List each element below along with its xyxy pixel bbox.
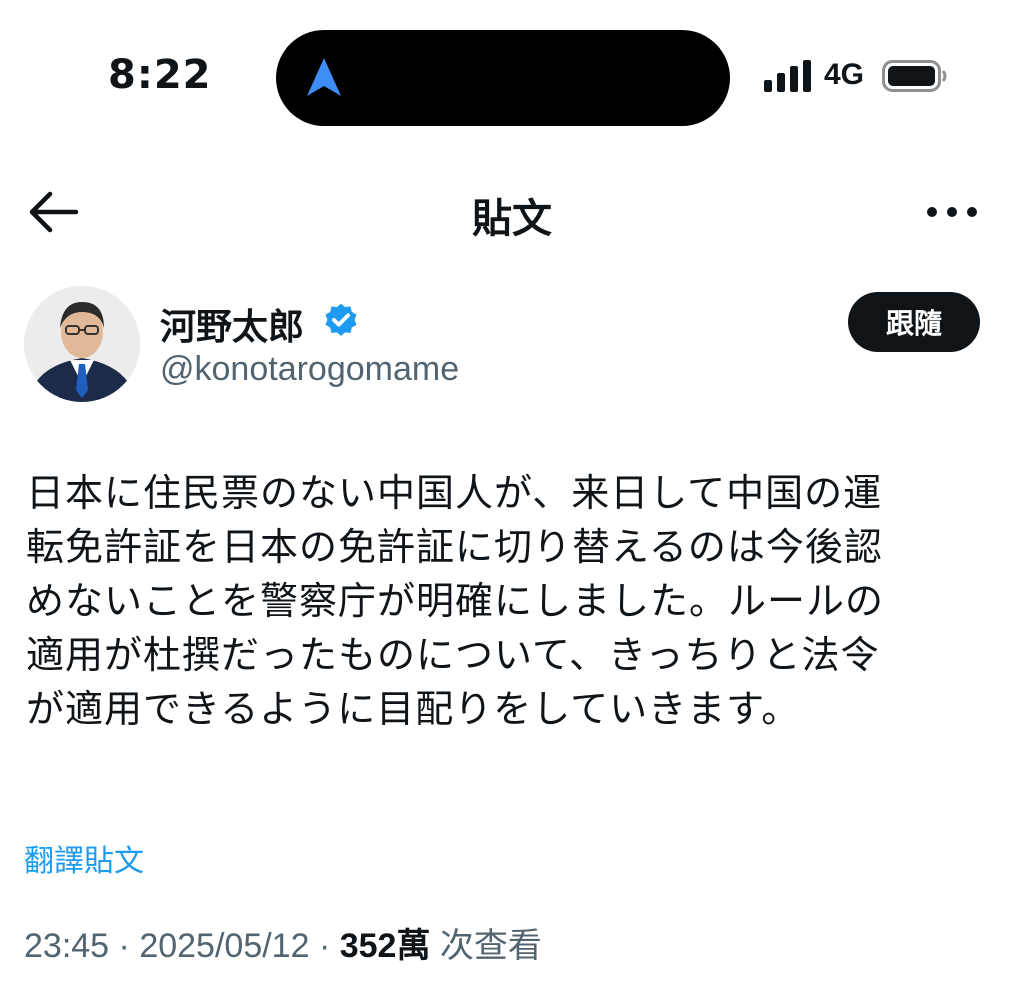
battery-icon	[882, 60, 947, 92]
tweet-text: 日本に住民票のない中国人が、来日して中国の運 転免許証を日本の免許証に切り替える…	[26, 471, 885, 731]
dynamic-island	[276, 30, 730, 126]
author-name[interactable]: 河野太郎	[160, 298, 304, 350]
meta-separator: ·	[118, 927, 130, 965]
cellular-signal-icon	[764, 60, 811, 92]
tweet-meta: 23:45 · 2025/05/12 · 352萬 次查看	[24, 918, 542, 967]
follow-button[interactable]: 跟隨	[848, 292, 980, 352]
tweet-time[interactable]: 23:45	[24, 927, 109, 965]
more-options-icon[interactable]	[924, 200, 980, 224]
translate-post-link[interactable]: 翻譯貼文	[24, 836, 144, 880]
avatar-portrait	[24, 286, 140, 402]
tweet-date[interactable]: 2025/05/12	[139, 927, 309, 965]
network-type: 4G	[824, 58, 865, 91]
location-arrow-icon	[307, 58, 341, 96]
author-handle[interactable]: @konotarogomame	[160, 350, 459, 389]
views-count[interactable]: 352萬	[340, 927, 431, 965]
views-label: 次查看	[439, 927, 542, 965]
verified-badge-icon	[325, 303, 357, 336]
meta-separator: ·	[318, 927, 331, 965]
page-title: 貼文	[472, 196, 552, 242]
avatar[interactable]	[24, 286, 140, 402]
status-time: 8:22	[108, 52, 212, 98]
